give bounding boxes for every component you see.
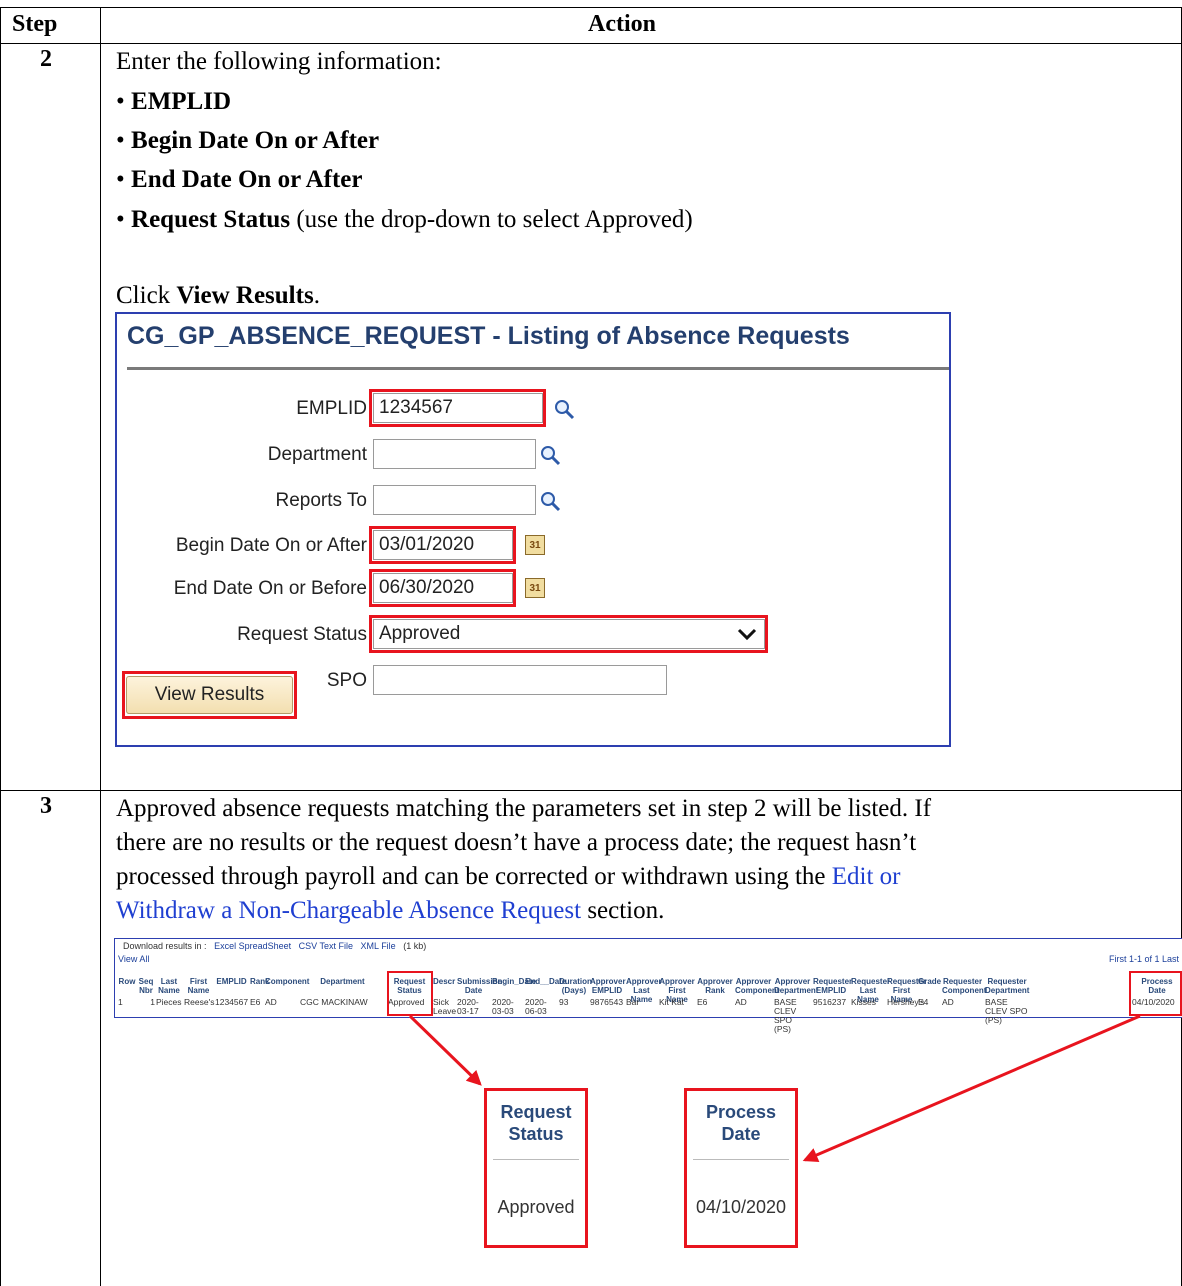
- arrow-to-status: [408, 1014, 482, 1086]
- arrow-to-process-date: [802, 1014, 1141, 1162]
- callout-arrows: [408, 1014, 1141, 1162]
